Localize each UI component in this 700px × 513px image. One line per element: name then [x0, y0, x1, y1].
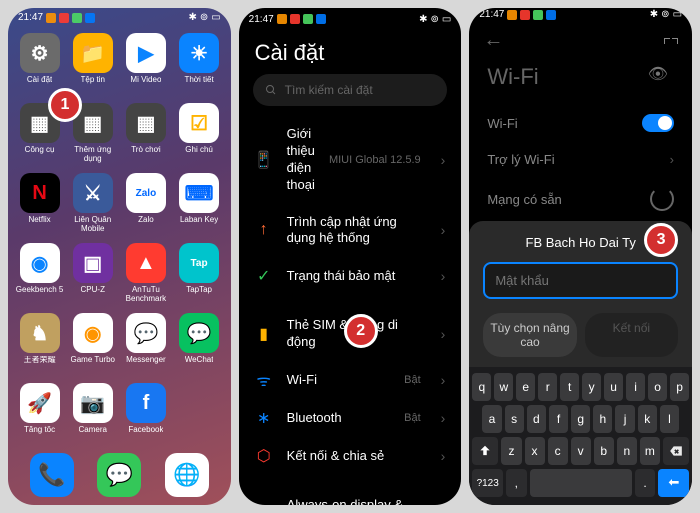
statusbar: 21:47 ✱⊚▭: [8, 8, 231, 27]
app-tăng-tốc[interactable]: 🚀Tăng tốc: [14, 383, 65, 451]
app-ghi-chú[interactable]: ☑Ghi chú: [174, 103, 225, 171]
app-antutu-benchmark[interactable]: ▲AnTuTu Benchmark: [120, 243, 171, 311]
browser-app[interactable]: 🌐: [165, 453, 209, 497]
back-icon[interactable]: ←: [483, 29, 503, 52]
app-taptap[interactable]: TapTapTap: [174, 243, 225, 311]
key-w[interactable]: w: [494, 373, 513, 401]
keyboard: qwertyuiop asdfghjkl zxcvbnm ?123,.: [469, 367, 692, 505]
key-x[interactable]: x: [525, 437, 545, 465]
sms-app[interactable]: 💬: [97, 453, 141, 497]
advanced-button[interactable]: Tùy chọn nâng cao: [483, 313, 576, 357]
settings-list: 📱Giới thiệu điện thoạiMIUI Global 12.5.9…: [239, 116, 462, 505]
shift-key[interactable]: [472, 437, 498, 465]
key-b[interactable]: b: [594, 437, 614, 465]
key-f[interactable]: f: [549, 405, 568, 433]
key-n[interactable]: n: [617, 437, 637, 465]
key-e[interactable]: e: [516, 373, 535, 401]
search-input[interactable]: Tìm kiếm cài đặt: [253, 74, 448, 106]
app-王者荣耀[interactable]: ♞王者荣耀: [14, 313, 65, 381]
refresh-icon[interactable]: [650, 187, 674, 211]
annotation-1: 1: [48, 88, 82, 122]
app-facebook[interactable]: fFacebook: [120, 383, 171, 451]
settings-row[interactable]: ↑Trình cập nhật ứng dụng hệ thống›: [239, 204, 462, 258]
key-v[interactable]: v: [571, 437, 591, 465]
key-h[interactable]: h: [593, 405, 612, 433]
phone-wifi: 21:47 ✱⊚▭ ← Wi-Fi Wi-Fi Trợ lý Wi-Fi › M…: [469, 8, 692, 505]
key-g[interactable]: g: [571, 405, 590, 433]
app-grid: ⚙Cài đặt📁Tệp tin▶Mi Video☀Thời tiết▦Công…: [8, 27, 231, 451]
key-m[interactable]: m: [640, 437, 660, 465]
dock: 📞 💬 🌐: [8, 451, 231, 505]
status-time: 21:47: [18, 12, 43, 23]
symbols-key[interactable]: ?123: [472, 469, 503, 497]
app-laban-key[interactable]: ⌨Laban Key: [174, 173, 225, 241]
app-trò-chơi[interactable]: ▦Trò chơi: [120, 103, 171, 171]
key-u[interactable]: u: [604, 373, 623, 401]
wifi-toggle-row[interactable]: Wi-Fi: [469, 104, 692, 142]
annotation-3: 3: [644, 223, 678, 257]
key-k[interactable]: k: [638, 405, 657, 433]
statusbar: 21:47 ✱⊚▭: [239, 8, 462, 30]
wifi-header: ←: [469, 21, 692, 60]
search-icon: [265, 84, 277, 96]
app-thời-tiết[interactable]: ☀Thời tiết: [174, 33, 225, 101]
key-o[interactable]: o: [648, 373, 667, 401]
app-liên-quân-mobile[interactable]: ⚔Liên Quân Mobile: [67, 173, 118, 241]
backspace-key[interactable]: [663, 437, 689, 465]
app-cpu-z[interactable]: ▣CPU-Z: [67, 243, 118, 311]
key-z[interactable]: z: [501, 437, 521, 465]
key-a[interactable]: a: [482, 405, 501, 433]
key-q[interactable]: q: [472, 373, 491, 401]
key-y[interactable]: y: [582, 373, 601, 401]
settings-row[interactable]: 📱Giới thiệu điện thoạiMIUI Global 12.5.9…: [239, 116, 462, 204]
available-networks-header: Mạng có sẵn: [469, 177, 692, 221]
settings-row[interactable]: ⬡Kết nối & chia sẻ›: [239, 437, 462, 475]
app-wechat[interactable]: 💬WeChat: [174, 313, 225, 381]
wifi-assistant-row[interactable]: Trợ lý Wi-Fi ›: [469, 142, 692, 177]
phone-home: 21:47 ✱⊚▭ ⚙Cài đặt📁Tệp tin▶Mi Video☀Thời…: [8, 8, 231, 505]
period-key[interactable]: .: [635, 469, 655, 497]
phone-app[interactable]: 📞: [30, 453, 74, 497]
app-geekbench-5[interactable]: ◉Geekbench 5: [14, 243, 65, 311]
app-zalo[interactable]: ZaloZalo: [120, 173, 171, 241]
chevron-right-icon: ›: [670, 152, 674, 167]
comma-key[interactable]: ,: [506, 469, 526, 497]
eye-icon[interactable]: 👁: [648, 64, 668, 84]
key-i[interactable]: i: [626, 373, 645, 401]
settings-row[interactable]: ∗BluetoothBật›: [239, 399, 462, 437]
app-mi-video[interactable]: ▶Mi Video: [120, 33, 171, 101]
key-d[interactable]: d: [527, 405, 546, 433]
settings-title: Cài đặt: [239, 30, 462, 74]
app-messenger[interactable]: 💬Messenger: [120, 313, 171, 381]
wifi-toggle[interactable]: [642, 114, 674, 132]
key-j[interactable]: j: [615, 405, 634, 433]
space-key[interactable]: [530, 469, 632, 497]
key-p[interactable]: p: [670, 373, 689, 401]
settings-row[interactable]: ✓Trạng thái bảo mật›: [239, 257, 462, 295]
phone-settings: 21:47 ✱⊚▭ Cài đặt Tìm kiếm cài đặt 📱Giới…: [239, 8, 462, 505]
app-netflix[interactable]: NNetflix: [14, 173, 65, 241]
key-s[interactable]: s: [505, 405, 524, 433]
settings-row[interactable]: 🔒Always-on display & Màn hình khóa›: [239, 487, 462, 505]
connect-button[interactable]: Kết nối: [585, 313, 678, 357]
key-r[interactable]: r: [538, 373, 557, 401]
password-input[interactable]: [483, 262, 678, 299]
key-l[interactable]: l: [660, 405, 679, 433]
key-c[interactable]: c: [548, 437, 568, 465]
key-t[interactable]: t: [560, 373, 579, 401]
scan-icon[interactable]: [664, 38, 678, 44]
statusbar: 21:47 ✱⊚▭: [469, 8, 692, 21]
enter-key[interactable]: [658, 469, 689, 497]
annotation-2: 2: [344, 314, 378, 348]
app-game-turbo[interactable]: ◉Game Turbo: [67, 313, 118, 381]
settings-row[interactable]: ᯤWi-FiBật›: [239, 361, 462, 399]
app-camera[interactable]: 📷Camera: [67, 383, 118, 451]
